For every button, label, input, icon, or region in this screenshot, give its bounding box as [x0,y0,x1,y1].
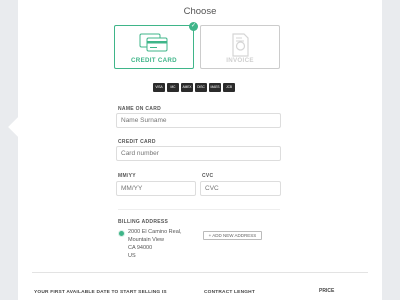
bottom-divider [32,272,368,273]
credit-card-option[interactable]: CREDIT CARD ✓ [114,22,198,69]
visa-logo: VISA [153,83,165,92]
jcb-logo: JCB [223,83,235,92]
cvc-input[interactable] [200,181,281,196]
mastercard-logo: MC [167,83,179,92]
invoice-option[interactable]: INVOICE [200,25,280,69]
billing-address-label: BILLING ADDRESS [118,219,169,225]
address-radio-selected[interactable] [119,231,124,236]
first-available-date-label: YOUR FIRST AVAILABLE DATE TO START SELLI… [34,290,167,295]
page-title: Choose [183,6,217,17]
amex-logo: AMEX [181,83,193,92]
payment-card: Choose CREDIT CARD ✓ INVOICE VISA MC AME… [18,0,382,300]
expiry-label: MM/YY [118,173,136,179]
contract-length-label: CONTRACT LENGHT [204,290,255,295]
address-line-3: CA 94000 [128,245,153,251]
name-on-card-label: NAME ON CARD [118,106,162,112]
credit-card-icon [139,33,169,58]
address-line-4: US [128,253,136,259]
maestro-logo: MAES [209,83,221,92]
credit-card-option-label: CREDIT CARD [131,57,177,64]
credit-card-number-input[interactable] [116,146,281,161]
discover-logo: DISC [195,83,207,92]
divider [118,209,280,210]
credit-card-number-label: CREDIT CARD [118,139,156,145]
check-icon: ✓ [189,22,198,31]
cvc-label: CVC [202,173,214,179]
invoice-option-label: INVOICE [226,57,254,64]
expiry-input[interactable] [116,181,196,196]
add-new-address-button[interactable]: + ADD NEW ADDRESS [203,231,262,240]
price-label: PRICE [319,288,335,294]
name-on-card-input[interactable] [116,113,281,128]
address-line-2: Mountain View [128,237,164,243]
address-line-1: 2000 El Camino Real, [128,229,182,235]
card-brands: VISA MC AMEX DISC MAES JCB [153,83,235,92]
